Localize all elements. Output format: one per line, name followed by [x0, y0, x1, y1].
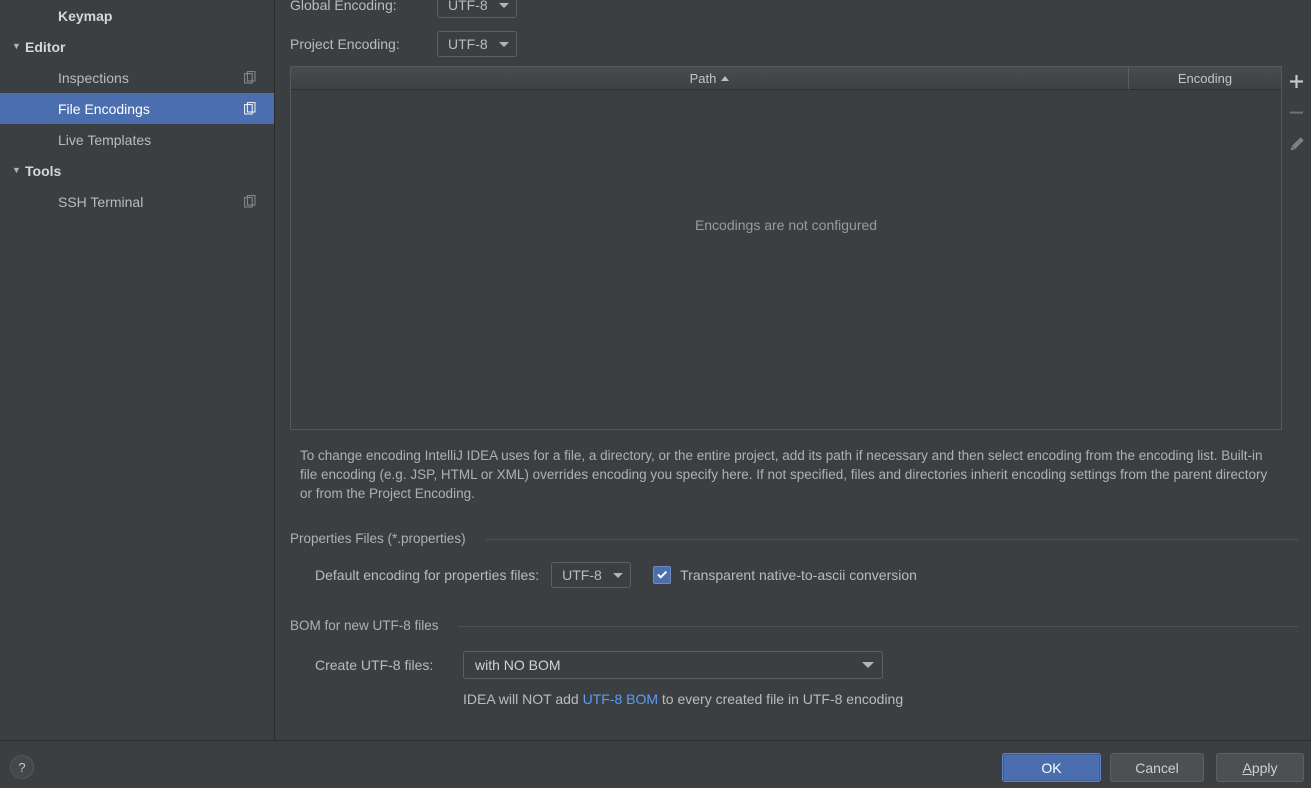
chevron-down-icon: [499, 41, 509, 47]
apply-button[interactable]: Apply: [1216, 753, 1304, 782]
ok-button[interactable]: OK: [1002, 753, 1101, 782]
create-utf8-files-row: Create UTF-8 files: with NO BOM: [315, 651, 883, 679]
column-header-path[interactable]: Path: [291, 67, 1129, 89]
encodings-description: To change encoding IntelliJ IDEA uses fo…: [300, 448, 1268, 501]
global-encoding-row: Global Encoding: UTF-8: [290, 0, 517, 18]
default-properties-encoding-combobox[interactable]: UTF-8: [551, 562, 632, 588]
create-utf8-files-label: Create UTF-8 files:: [315, 657, 434, 673]
sidebar-item-label: SSH Terminal: [58, 193, 144, 210]
sidebar-item-inspections[interactable]: ▼Inspections: [0, 62, 274, 93]
bom-hint-text: IDEA will NOT add UTF-8 BOM to every cre…: [463, 691, 903, 707]
transparent-native-to-ascii-checkbox[interactable]: Transparent native-to-ascii conversion: [653, 566, 917, 584]
global-encoding-value: UTF-8: [448, 0, 488, 13]
project-encoding-row: Project Encoding: UTF-8: [290, 31, 517, 57]
apply-rest: pply: [1251, 759, 1278, 776]
bom-hint-suffix: to every created file in UTF-8 encoding: [658, 691, 904, 707]
chevron-down-icon: [613, 572, 624, 578]
transparent-native-to-ascii-label: Transparent native-to-ascii conversion: [680, 567, 917, 583]
sort-ascending-icon: [721, 75, 730, 81]
create-utf8-files-value: with NO BOM: [475, 657, 561, 673]
remove-encoding-button[interactable]: [1282, 97, 1311, 128]
create-utf8-files-combobox[interactable]: with NO BOM: [463, 651, 883, 679]
bom-section-title: BOM for new UTF-8 files: [290, 618, 447, 633]
global-encoding-label: Global Encoding:: [290, 0, 397, 13]
dialog-footer: ? OK Cancel Apply: [0, 741, 1311, 788]
checkbox-box: [653, 566, 672, 584]
chevron-down-icon: ▼: [12, 41, 21, 51]
copy-settings-icon[interactable]: [244, 71, 257, 84]
plus-icon: [1290, 75, 1303, 88]
default-properties-encoding-value: UTF-8: [562, 567, 602, 583]
sidebar-item-tools[interactable]: ▼ Tools: [0, 155, 274, 186]
copy-settings-icon[interactable]: [244, 102, 257, 115]
edit-encoding-button[interactable]: [1282, 128, 1311, 159]
properties-files-section-title: Properties Files (*.properties): [290, 531, 474, 546]
table-empty-message: Encodings are not configured: [694, 217, 878, 233]
sidebar-item-label: Inspections: [58, 69, 129, 86]
default-properties-encoding-label: Default encoding for properties files:: [315, 567, 540, 583]
table-body[interactable]: Encodings are not configured: [291, 90, 1281, 429]
chevron-down-icon: [862, 662, 874, 668]
help-button[interactable]: ?: [10, 755, 34, 779]
sidebar-item-label: File Encodings: [58, 100, 150, 117]
cancel-button[interactable]: Cancel: [1110, 753, 1204, 782]
default-properties-encoding-row: Default encoding for properties files: U…: [315, 561, 917, 589]
minus-icon: [1290, 111, 1303, 114]
ok-button-label: OK: [1041, 759, 1062, 776]
apply-button-label: Apply: [1242, 760, 1277, 776]
settings-sidebar: ▼Keymap▼Editor▼Inspections▼File Encoding…: [0, 0, 275, 740]
sidebar-item-file-encodings[interactable]: ▼File Encodings: [0, 93, 274, 124]
table-header-row: Path Encoding: [291, 67, 1281, 90]
sidebar-item-live-templates[interactable]: ▼Live Templates: [0, 124, 274, 155]
sidebar-item-label: Keymap: [58, 7, 113, 24]
cancel-button-label: Cancel: [1135, 759, 1179, 776]
properties-files-section-rule: [486, 539, 1298, 540]
sidebar-item-label: Editor: [25, 38, 66, 55]
question-mark-icon: ?: [18, 759, 26, 775]
check-icon: [656, 568, 667, 579]
sidebar-item-keymap[interactable]: ▼Keymap: [0, 0, 274, 31]
encodings-table-toolbar: [1282, 66, 1311, 176]
file-encodings-panel: Global Encoding: UTF-8 Project Encoding:…: [276, 0, 1311, 740]
project-encoding-combobox[interactable]: UTF-8: [437, 31, 517, 57]
pencil-icon: [1290, 136, 1304, 150]
sidebar-item-label: Tools: [25, 162, 62, 179]
bom-section-rule: [458, 626, 1298, 627]
apply-mnemonic: A: [1242, 759, 1252, 776]
project-encoding-value: UTF-8: [448, 36, 488, 52]
copy-settings-icon[interactable]: [244, 195, 257, 208]
column-header-encoding[interactable]: Encoding: [1129, 67, 1281, 89]
global-encoding-combobox[interactable]: UTF-8: [437, 0, 517, 18]
bom-hint-prefix: IDEA will NOT add: [463, 691, 583, 707]
encodings-table[interactable]: Path Encoding Encodings are not configur…: [290, 66, 1282, 430]
chevron-down-icon: [499, 2, 509, 8]
column-header-encoding-label: Encoding: [1177, 70, 1233, 86]
chevron-down-icon: ▼: [12, 165, 21, 175]
project-encoding-label: Project Encoding:: [290, 36, 400, 52]
column-header-path-label: Path: [689, 70, 717, 86]
sidebar-item-editor[interactable]: ▼ Editor: [0, 31, 274, 62]
add-encoding-button[interactable]: [1282, 66, 1311, 97]
sidebar-item-label: Live Templates: [58, 131, 152, 148]
utf8-bom-link[interactable]: UTF-8 BOM: [583, 691, 658, 707]
sidebar-item-ssh-terminal[interactable]: ▼SSH Terminal: [0, 186, 274, 217]
settings-dialog: ▼Keymap▼Editor▼Inspections▼File Encoding…: [0, 0, 1311, 788]
